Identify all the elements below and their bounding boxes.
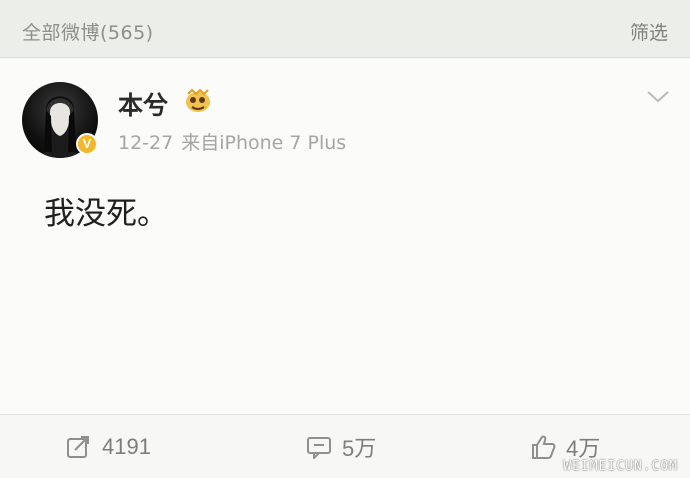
weibo-post-page: 全部微博(565) 筛选 V 本兮 12-27 来自iPhone 7 Plus 我… [0,0,690,478]
comment-icon [307,437,331,459]
weibo-count-label: 全部微博(565) [22,22,154,44]
filter-button[interactable]: 筛选 [630,18,668,45]
like-button[interactable]: 4万 [530,433,600,461]
repost-count: 4191 [102,434,151,459]
chevron-down-icon[interactable] [644,86,672,106]
comment-count: 5万 [342,436,377,461]
repost-button[interactable]: 4191 [66,433,151,461]
post-text: 我没死。 [44,196,168,232]
repost-icon [67,436,89,458]
post-meta: 12-27 来自iPhone 7 Plus [118,128,346,155]
like-icon [532,435,556,459]
watermark-text: WEIMEICUN.COM [563,459,678,474]
verified-badge-icon: V [76,133,98,155]
filter-bar: 全部微博(565) 筛选 [0,0,690,58]
comment-button[interactable]: 5万 [306,433,376,461]
post-card [0,59,690,414]
username[interactable]: 本兮 [118,86,168,122]
post-source: 来自iPhone 7 Plus [181,132,347,154]
post-time: 12-27 [118,132,174,154]
member-crown-icon [186,88,210,112]
